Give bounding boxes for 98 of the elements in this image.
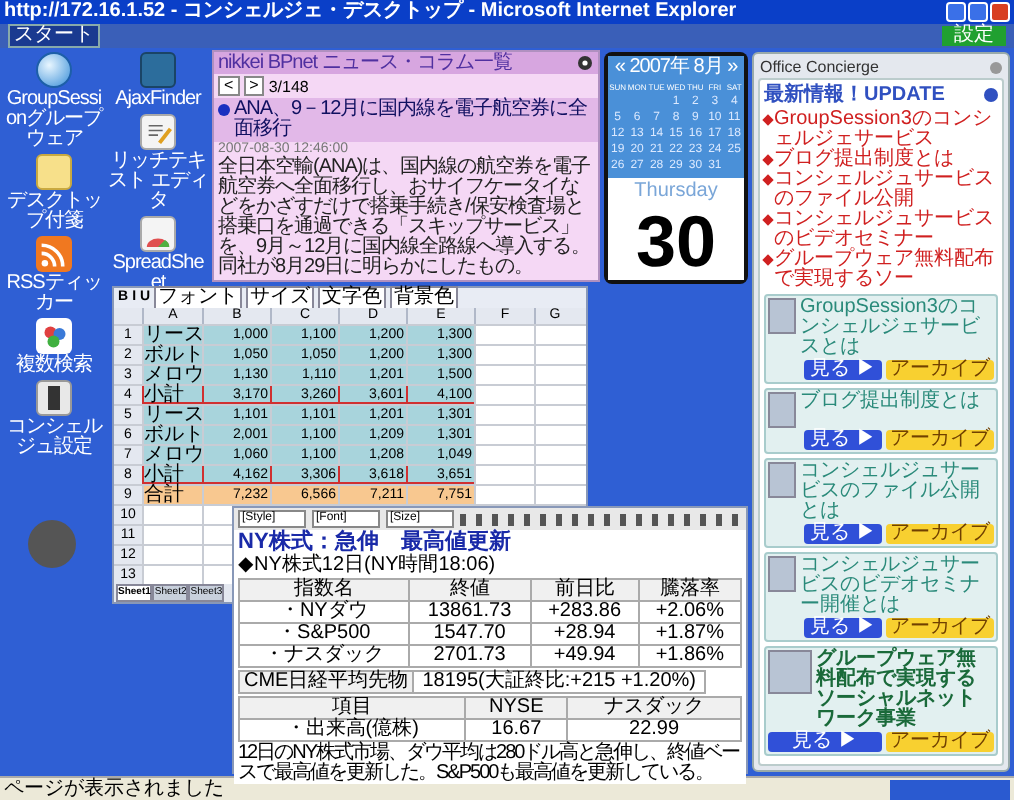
sticky-note-icon xyxy=(36,154,72,190)
update-heading: 最新情報！UPDATE xyxy=(764,84,945,106)
table-cell: +1.86% xyxy=(638,645,741,667)
column-header: 終値 xyxy=(408,579,531,601)
article-title[interactable]: コンシェルジュサービスのビデオセミナー開催とは xyxy=(800,556,994,616)
table-cell: リース xyxy=(142,406,202,424)
globe-icon xyxy=(36,52,72,88)
settings-button[interactable]: 設定 xyxy=(942,26,1006,46)
news-body: 全日本空輸(ANA)は、国内線の航空券を電子航空券へ全面移行し、おサイフケータイなどをかざすだけで搭乗手続き/保安検査場と搭乗口を通過できる「スキップサービス」を、9月～12月に国内線全路線へ導入する。同社が8月29日に明らかにしたもの。 xyxy=(216,158,593,280)
table-cell: メロウ xyxy=(142,366,202,384)
news-link[interactable]: ブログ提出制度とは xyxy=(774,150,954,170)
calendar-month[interactable]: « 2007年 8月 » xyxy=(614,56,738,80)
archive-button[interactable]: アーカイブ xyxy=(886,360,994,380)
table-cell: +283.86 xyxy=(530,601,639,623)
table-cell: +49.94 xyxy=(530,645,639,667)
table-cell: 13861.73 xyxy=(408,601,531,623)
view-button[interactable]: 見る ▶ xyxy=(804,618,882,638)
thumbnail-placeholder xyxy=(768,556,796,592)
folder-icon xyxy=(140,52,176,88)
spreadsheet-chart-icon xyxy=(140,216,176,252)
table-cell: ボルト xyxy=(142,426,202,444)
start-button[interactable]: スタート xyxy=(8,24,100,48)
column-header: 指数名 xyxy=(239,579,409,601)
status-text: ページが表示されました xyxy=(4,779,224,799)
minimize-button[interactable] xyxy=(946,2,966,22)
weekday-name: Thursday xyxy=(634,178,718,204)
previous-button[interactable]: < xyxy=(218,76,240,96)
table-cell: ・NYダウ xyxy=(239,601,409,623)
thumbnail-placeholder xyxy=(768,392,796,428)
table-cell: ・出来高(億株) xyxy=(239,719,466,741)
table-cell: 22.99 xyxy=(567,719,741,741)
table-cell: メロウ xyxy=(142,446,202,464)
article-title[interactable]: ブログ提出制度とは xyxy=(800,392,980,428)
table-cell: リース xyxy=(142,326,202,344)
icon-label[interactable]: リッチテキスト エディタ xyxy=(108,152,208,212)
bullet-icon xyxy=(218,104,230,116)
table-cell: +2.06% xyxy=(638,601,741,623)
table-cell: +1.87% xyxy=(638,623,741,645)
news-link[interactable]: コンシェルジュサービスのビデオセミナー xyxy=(774,210,998,250)
toolbar-select[interactable]: サイズ xyxy=(246,286,315,310)
view-button[interactable]: 見る ▶ xyxy=(804,430,882,450)
day-number: 30 xyxy=(635,204,717,280)
news-link[interactable]: グループウェア無料配布で実現するソー xyxy=(774,250,998,290)
table-cell: +28.94 xyxy=(530,623,639,645)
article-paragraph: 12日のNY株式市場、ダウ平均は280ドル高と急伸し、終値ベースで最高値を更新した。S&P500も最高値を更新している。 xyxy=(238,744,742,784)
article-title[interactable]: コンシェルジュサービスのファイル公開とは xyxy=(800,462,994,522)
archive-button[interactable]: アーカイブ xyxy=(886,430,994,450)
column-header: 前日比 xyxy=(530,579,639,601)
archive-button[interactable]: アーカイブ xyxy=(886,732,994,752)
news-link[interactable]: GroupSession3のコンシェルジェサービス xyxy=(774,110,998,150)
formatting-toolbar-icons[interactable] xyxy=(460,513,742,525)
toolbar-select[interactable]: 背景色 xyxy=(390,286,459,310)
table-cell: 小計 xyxy=(142,386,202,404)
icon-label[interactable]: GroupSessionグループウェア xyxy=(2,90,106,150)
rss-icon xyxy=(36,236,72,272)
table-cell: CME日経平均先物 xyxy=(240,672,415,692)
table-cell: 1547.70 xyxy=(408,623,531,645)
next-button[interactable]: > xyxy=(243,76,265,96)
table-cell: 2701.73 xyxy=(408,645,531,667)
table-cell: 合計 xyxy=(142,486,202,504)
view-button[interactable]: 見る ▶ xyxy=(804,360,882,380)
thumbnail-placeholder xyxy=(768,298,796,334)
view-button[interactable]: 見る ▶ xyxy=(768,732,882,752)
news-link[interactable]: コンシェルジュサービスのファイル公開 xyxy=(774,170,998,210)
table-cell: 16.67 xyxy=(465,719,568,741)
icon-label[interactable]: デスクトップ付箋 xyxy=(2,192,106,232)
toolbar-select[interactable]: 文字色 xyxy=(318,286,387,310)
table-cell: ・S&P500 xyxy=(239,623,409,645)
page-counter: 3/148 xyxy=(268,77,309,95)
column-header: 騰落率 xyxy=(638,579,741,601)
widget-title: nikkei BPnet ニュース・コラム一覧 xyxy=(218,52,512,74)
archive-button[interactable]: アーカイブ xyxy=(886,618,994,638)
icon-label[interactable]: 複数検索 xyxy=(16,356,92,376)
notepad-pencil-icon xyxy=(140,114,176,150)
thumbnail-placeholder xyxy=(768,462,796,498)
table-cell: ボルト xyxy=(142,346,202,364)
close-button[interactable] xyxy=(990,2,1010,22)
icon-label[interactable]: コンシェルジュ設定 xyxy=(2,418,106,458)
column-header: NYSE xyxy=(465,697,568,719)
table-cell-text: 18195(大証終比:+215 +1.20%) xyxy=(420,672,698,692)
column-header: ナスダック xyxy=(567,697,741,719)
column-header: 項目 xyxy=(239,697,466,719)
table-cell: ・ナスダック xyxy=(239,645,409,667)
search-icon xyxy=(36,318,72,354)
toolbar-select[interactable]: フォント xyxy=(154,286,243,310)
icon-label[interactable]: AjaxFinder xyxy=(115,90,201,110)
archive-button[interactable]: アーカイブ xyxy=(886,524,994,544)
view-button[interactable]: 見る ▶ xyxy=(804,524,882,544)
article-title[interactable]: グループウェア無料配布で実現するソーシャルネットワーク事業 xyxy=(816,650,994,730)
article-subheading: ◆NY株式12日(NY時間18:06) xyxy=(238,556,498,576)
switch-icon xyxy=(36,380,72,416)
maximize-button[interactable] xyxy=(968,2,988,22)
article-title[interactable]: GroupSession3のコンシェルジェサービスとは xyxy=(800,298,994,358)
thumbnail-placeholder xyxy=(768,650,812,694)
panel-title: Office Concierge xyxy=(760,58,879,78)
table-cell: 小計 xyxy=(142,466,202,484)
icon-label[interactable]: RSSティッカー xyxy=(2,274,106,314)
article-heading: NY株式：急伸 最高値更新 xyxy=(238,530,513,554)
